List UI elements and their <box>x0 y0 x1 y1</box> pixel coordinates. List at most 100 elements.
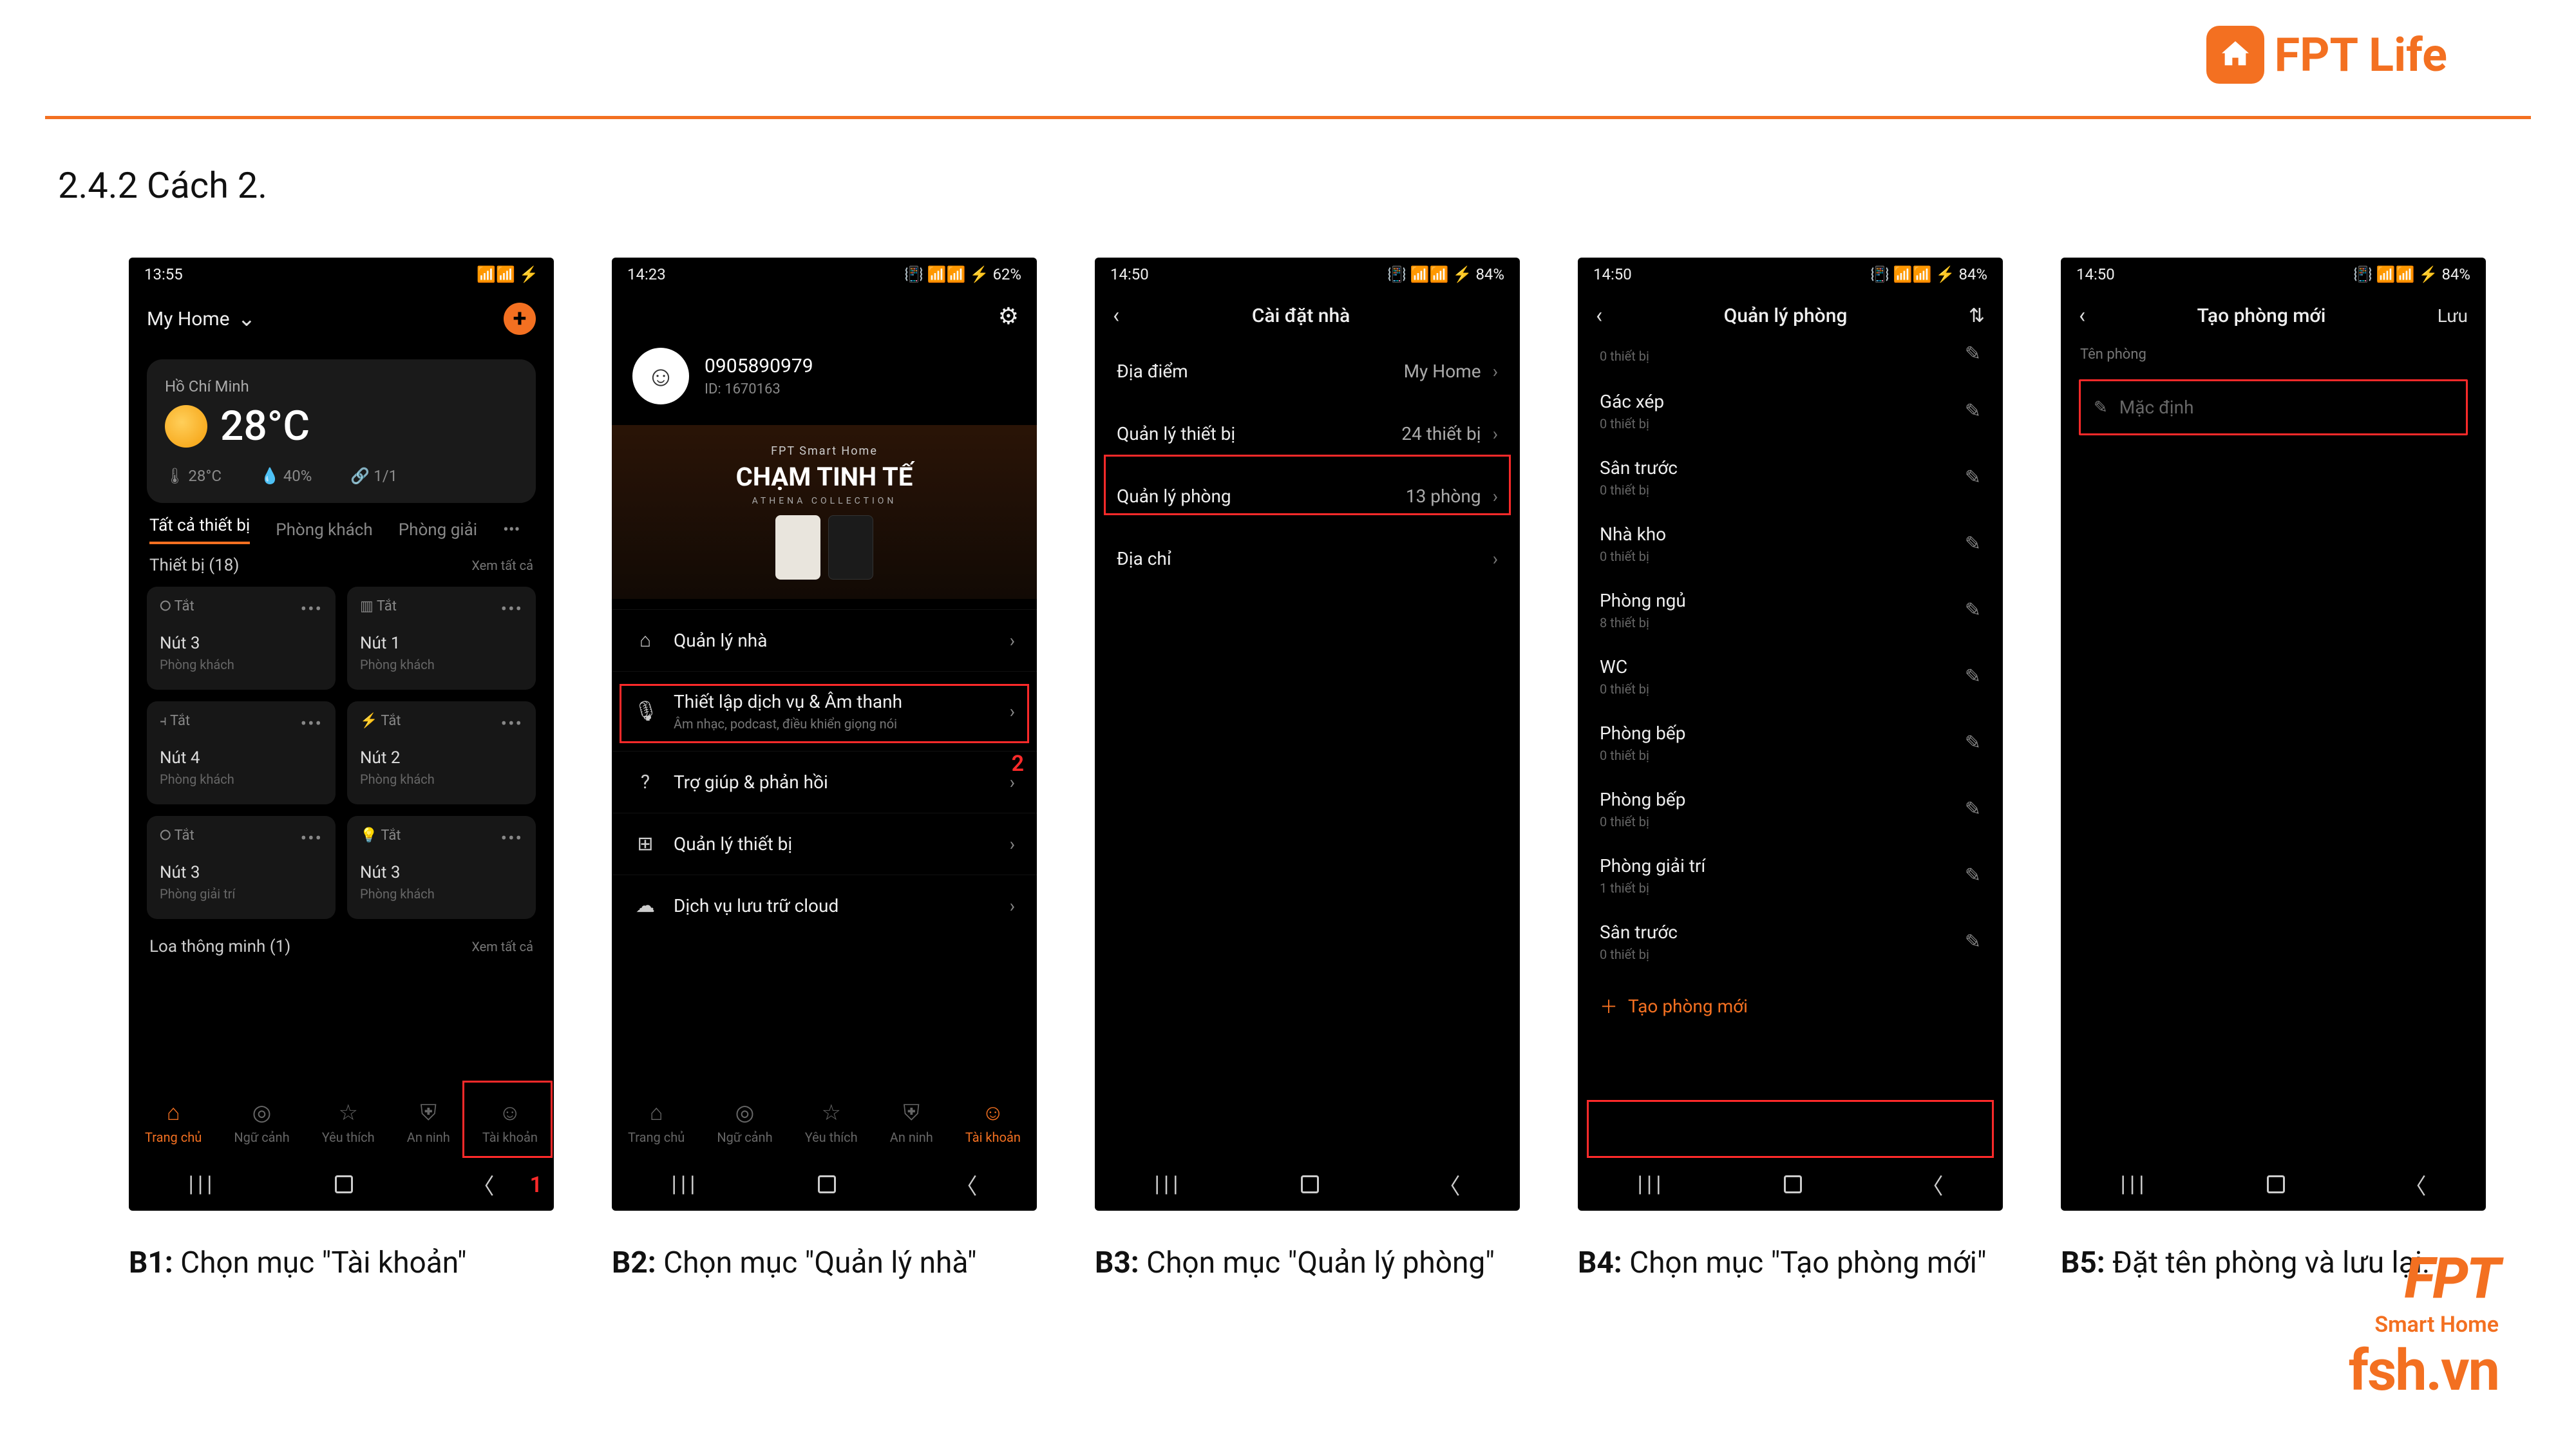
tab-more-icon[interactable]: ••• <box>503 520 520 540</box>
view-all-link[interactable]: Xem tất cả <box>471 939 533 954</box>
more-icon[interactable]: ••• <box>301 713 323 734</box>
home-button-icon[interactable] <box>1301 1175 1319 1193</box>
phone-2: 14:23 📳 📶📶 ⚡ 62% ⚙ ☺ 0905890979 ID: 1670… <box>612 258 1037 1211</box>
nav-home[interactable]: ⌂Trang chủ <box>145 1100 202 1145</box>
device-card[interactable]: ⚡ Tắt•••Nút 2Phòng khách <box>347 701 536 804</box>
tab-entertainment[interactable]: Phòng giải <box>399 520 477 540</box>
recent-apps-icon[interactable]: ||| <box>672 1171 699 1197</box>
recent-apps-icon[interactable]: ||| <box>189 1171 216 1197</box>
brand-logo: FPT Life <box>2206 26 2447 84</box>
more-icon[interactable]: ••• <box>301 828 323 849</box>
room-item[interactable]: WC0 thiết bị✎ <box>1578 643 2003 710</box>
sort-icon[interactable]: ⇅ <box>1969 305 1985 327</box>
gear-icon[interactable]: ⚙ <box>998 303 1019 330</box>
edit-icon[interactable]: ✎ <box>1965 599 1981 621</box>
recent-apps-icon[interactable]: ||| <box>1155 1171 1182 1197</box>
tab-living[interactable]: Phòng khách <box>276 520 373 540</box>
user-row[interactable]: ☺ 0905890979 ID: 1670163 <box>612 341 1037 411</box>
device-room: Phòng giải trí <box>160 886 323 902</box>
add-room-button[interactable]: ＋ Tạo phòng mới <box>1578 975 2003 1037</box>
device-card[interactable]: ⫞ Tắt•••Nút 4Phòng khách <box>147 701 336 804</box>
recent-apps-icon[interactable]: ||| <box>2121 1171 2148 1197</box>
row-location[interactable]: Địa điểm My Home› <box>1095 340 1520 402</box>
view-all-link[interactable]: Xem tất cả <box>471 558 533 573</box>
device-room: Phòng khách <box>360 886 523 902</box>
menu-audio[interactable]: 🎙 Thiết lập dịch vụ & Âm thanh Âm nhạc, … <box>612 671 1037 751</box>
highlight-add-room <box>1587 1100 1994 1158</box>
edit-icon[interactable]: ✎ <box>1965 466 1981 489</box>
back-icon[interactable]: 〈 <box>2404 1169 2426 1200</box>
row-rooms[interactable]: Quản lý phòng 13 phòng› <box>1095 465 1520 527</box>
device-card[interactable]: 💡 Tắt•••Nút 3Phòng khách <box>347 816 536 919</box>
status-icons: 📳 📶📶 ⚡ 62% <box>904 265 1021 283</box>
device-count: Thiết bị (18) <box>149 556 239 575</box>
weather-card[interactable]: Hồ Chí Minh 28°C 🌡 28°C 💧 40% 🔗 1/1 <box>147 359 536 503</box>
nav-security[interactable]: ⛨An ninh <box>407 1100 450 1145</box>
menu-cloud[interactable]: ☁ Dịch vụ lưu trữ cloud › <box>612 875 1037 936</box>
nav-account[interactable]: ☺Tài khoản <box>965 1100 1021 1145</box>
menu-label: Thiết lập dịch vụ & Âm thanh <box>674 691 993 712</box>
nav-scene[interactable]: ◎Ngữ cảnh <box>717 1100 772 1145</box>
save-button[interactable]: Lưu <box>2438 305 2468 327</box>
more-icon[interactable]: ••• <box>501 713 523 734</box>
tab-all[interactable]: Tất cả thiết bị <box>149 516 250 544</box>
more-icon[interactable]: ••• <box>501 828 523 849</box>
home-button-icon[interactable] <box>818 1175 836 1193</box>
room-item[interactable]: Gác xép0 thiết bị✎ <box>1578 378 2003 444</box>
menu-device-management[interactable]: ⊞ Quản lý thiết bị › <box>612 813 1037 875</box>
edit-icon[interactable]: ✎ <box>1965 732 1981 754</box>
menu-help[interactable]: ? Trợ giúp & phản hồi › <box>612 751 1037 813</box>
nav-favorite[interactable]: ☆Yêu thích <box>805 1100 858 1145</box>
room-item[interactable]: Phòng ngủ8 thiết bị✎ <box>1578 577 2003 643</box>
room-item[interactable]: Sân trước0 thiết bị✎ <box>1578 909 2003 975</box>
edit-icon[interactable]: ✎ <box>1965 400 1981 422</box>
status-bar: 14:50 📳 📶📶 ⚡ 84% <box>1095 258 1520 291</box>
home-dropdown[interactable]: My Home ⌄ <box>147 306 256 332</box>
back-icon[interactable]: ‹ <box>1596 303 1602 328</box>
back-icon[interactable]: ‹ <box>2079 303 2085 328</box>
shield-icon: ⛨ <box>904 1100 920 1126</box>
nav-home[interactable]: ⌂Trang chủ <box>628 1100 685 1145</box>
edit-icon[interactable]: ✎ <box>1965 931 1981 953</box>
banner-title: CHẠM TINH TẾ <box>736 462 913 492</box>
edit-icon[interactable]: ✎ <box>1965 864 1981 887</box>
menu-home-management[interactable]: ⌂ Quản lý nhà › <box>612 609 1037 671</box>
device-card[interactable]: ⭘ Tắt•••Nút 3Phòng khách <box>147 587 336 690</box>
room-name-input[interactable]: ✎ Mặc định <box>2079 379 2468 435</box>
device-card[interactable]: ⭘ Tắt•••Nút 3Phòng giải trí <box>147 816 336 919</box>
room-item[interactable]: Phòng bếp0 thiết bị✎ <box>1578 776 2003 842</box>
room-item[interactable]: Phòng giải trí1 thiết bị✎ <box>1578 842 2003 909</box>
back-icon[interactable]: 〈 <box>955 1169 977 1200</box>
more-icon[interactable]: ••• <box>501 598 523 620</box>
room-item[interactable]: Sân trước0 thiết bị✎ <box>1578 444 2003 511</box>
recent-apps-icon[interactable]: ||| <box>1638 1171 1665 1197</box>
edit-icon[interactable]: ✎ <box>1965 533 1981 555</box>
device-room: Phòng khách <box>160 772 323 787</box>
edit-icon[interactable]: ✎ <box>1965 798 1981 820</box>
home-button-icon[interactable] <box>2267 1175 2285 1193</box>
back-icon[interactable]: 〈 <box>472 1169 494 1200</box>
edit-icon[interactable]: ✎ <box>1965 343 1981 365</box>
room-item[interactable]: Nhà kho0 thiết bị✎ <box>1578 511 2003 577</box>
nav-scene[interactable]: ◎Ngữ cảnh <box>234 1100 289 1145</box>
home-button-icon[interactable] <box>335 1175 353 1193</box>
home-button-icon[interactable] <box>1784 1175 1802 1193</box>
nav-security[interactable]: ⛨An ninh <box>890 1100 933 1145</box>
room-item[interactable]: Phòng bếp0 thiết bị✎ <box>1578 710 2003 776</box>
device-room: Phòng khách <box>360 772 523 787</box>
add-button[interactable]: + <box>504 303 536 335</box>
more-icon[interactable]: ••• <box>301 598 323 620</box>
promo-banner[interactable]: FPT Smart Home CHẠM TINH TẾ ATHENA COLLE… <box>612 425 1037 599</box>
chevron-right-icon: › <box>1010 630 1015 651</box>
nav-favorite[interactable]: ☆Yêu thích <box>322 1100 375 1145</box>
room-sub: 0 thiết bị <box>1600 748 1685 763</box>
row-devices[interactable]: Quản lý thiết bị 24 thiết bị› <box>1095 402 1520 465</box>
back-icon[interactable]: 〈 <box>1921 1169 1943 1200</box>
room-item-partial[interactable]: 0 thiết bị ✎ <box>1578 340 2003 378</box>
row-address[interactable]: Địa chỉ › <box>1095 527 1520 590</box>
back-icon[interactable]: ‹ <box>1113 303 1119 328</box>
edit-icon[interactable]: ✎ <box>1965 665 1981 688</box>
nav-account[interactable]: ☺Tài khoản <box>482 1100 538 1145</box>
device-card[interactable]: ▥ Tắt•••Nút 1Phòng khách <box>347 587 536 690</box>
back-icon[interactable]: 〈 <box>1438 1169 1460 1200</box>
